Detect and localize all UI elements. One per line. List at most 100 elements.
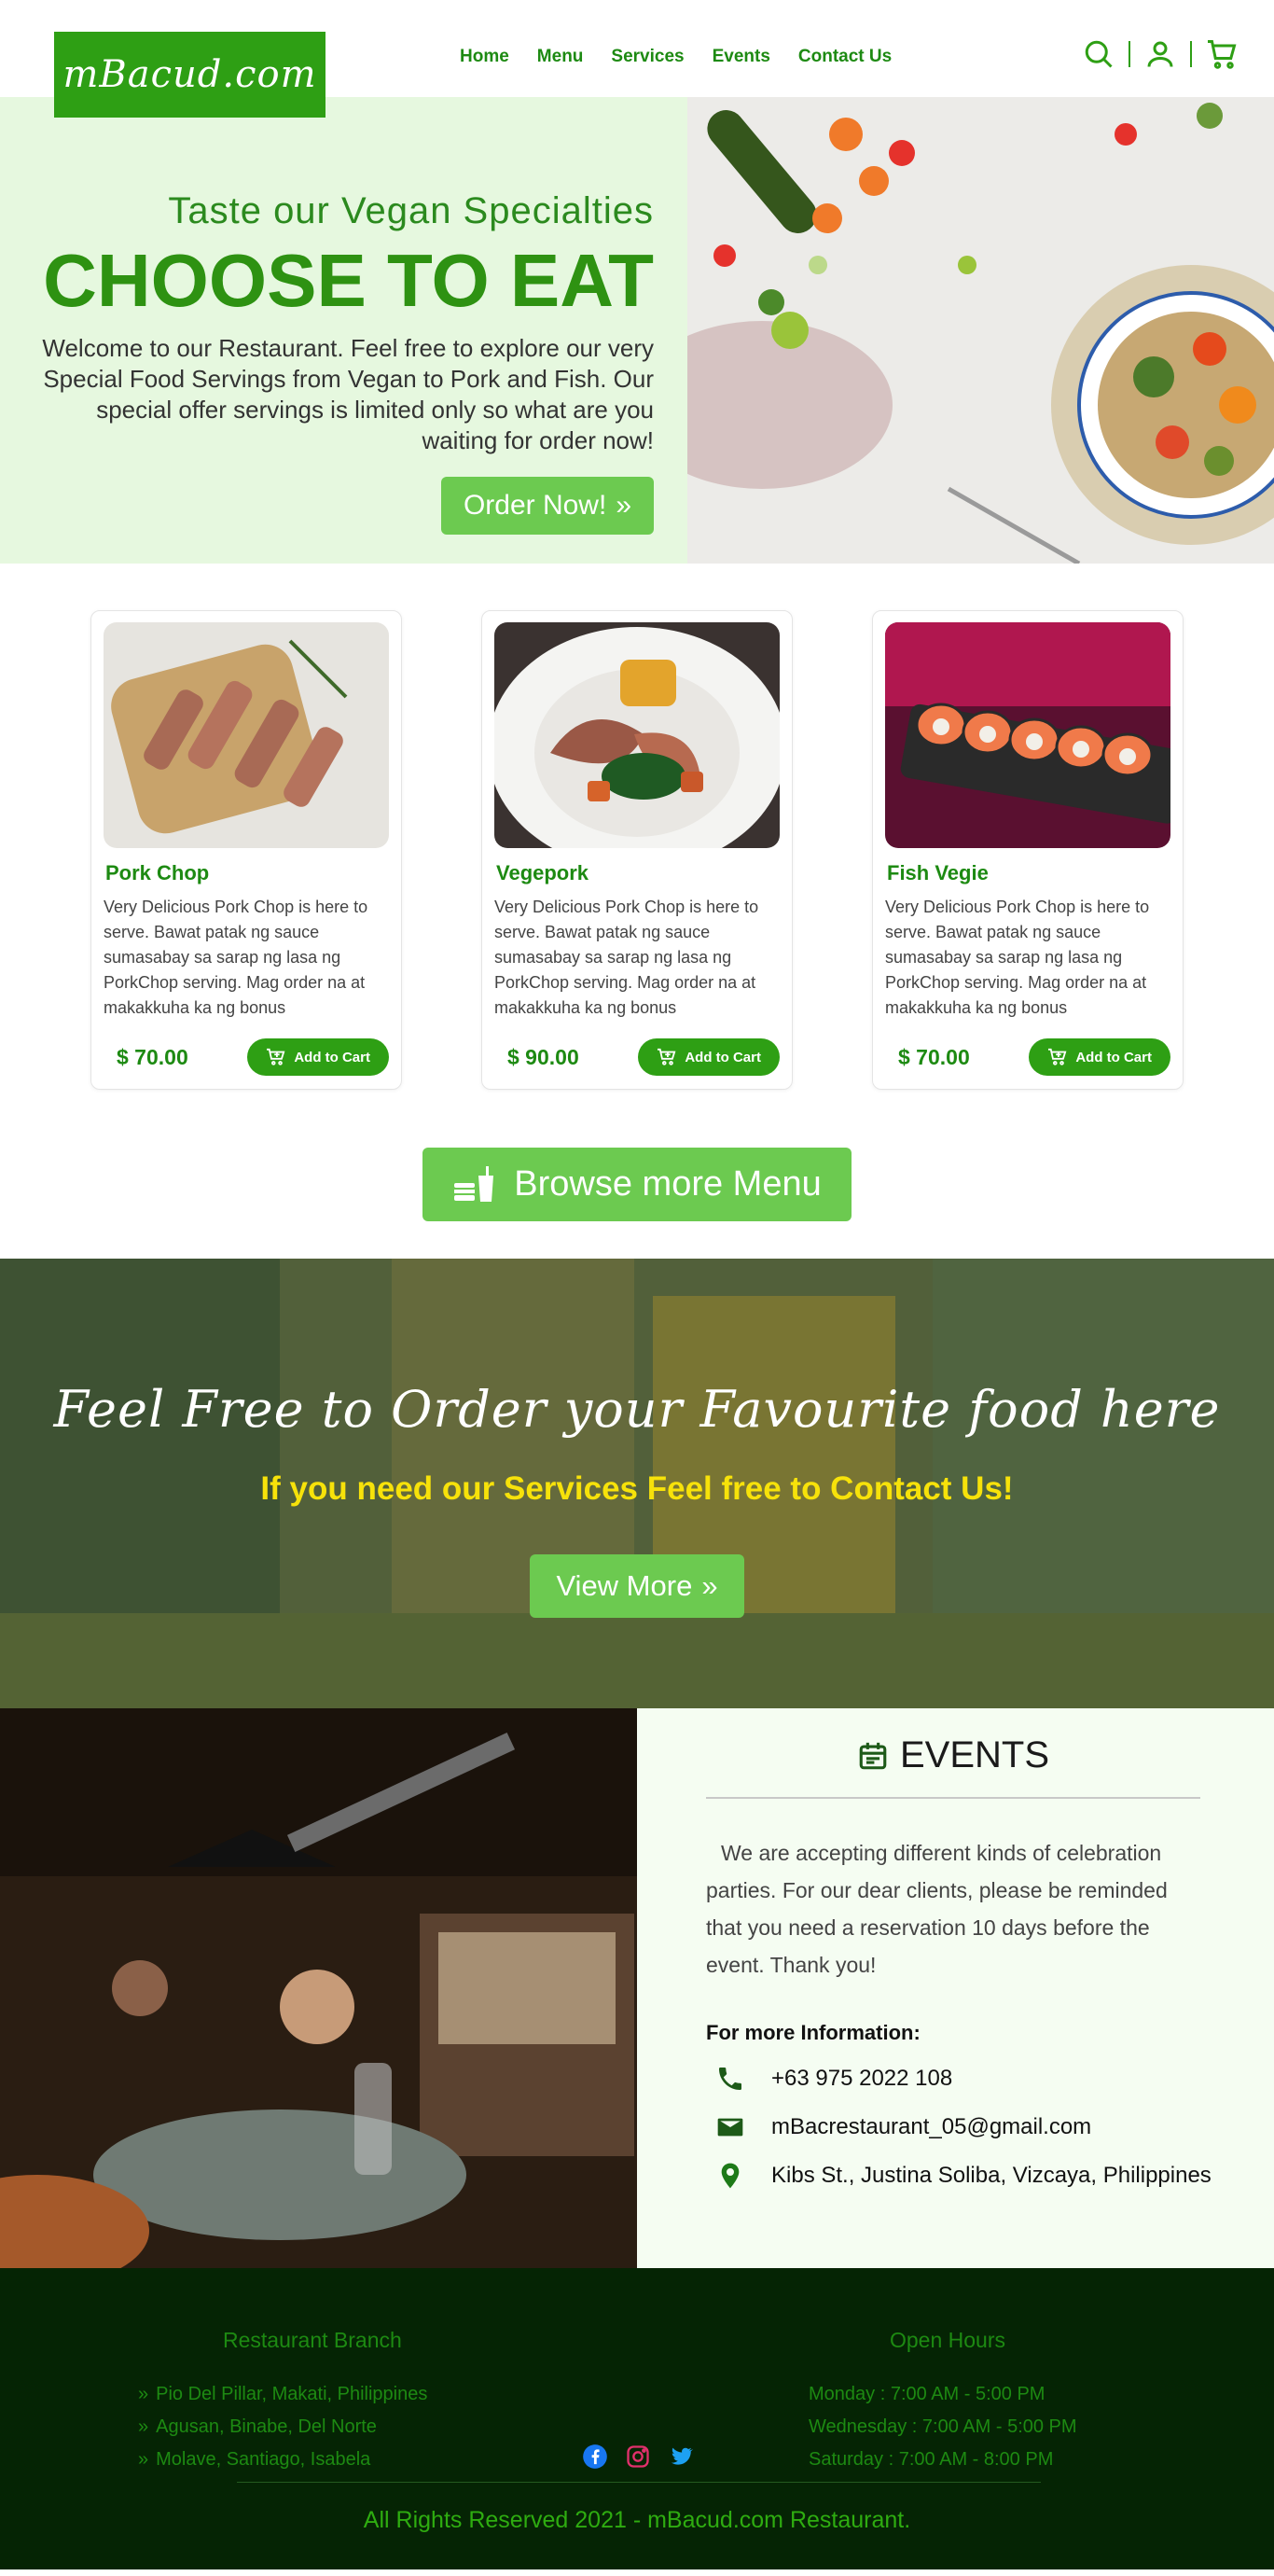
footer-divider — [237, 2482, 1041, 2483]
nav-links: Home Menu Services Events Contact Us — [460, 47, 892, 67]
view-more-button[interactable]: View More » — [530, 1554, 744, 1618]
product-card: Vegepork Very Delicious Pork Chop is her… — [481, 610, 793, 1090]
hero-title: CHOOSE TO EAT — [43, 239, 654, 322]
product-description: Very Delicious Pork Chop is here to serv… — [494, 898, 759, 1017]
hero-text: Welcome to our Restaurant. Feel free to … — [42, 334, 654, 454]
calendar-icon — [859, 1742, 887, 1769]
banner-subtitle: If you need our Services Feel free to Co… — [260, 1470, 1014, 1507]
branch-text: Pio Del Pillar, Makati, Philippines — [156, 2384, 428, 2404]
browse-menu-label: Browse more Menu — [514, 1164, 822, 1204]
more-info-label: For more Information: — [706, 2021, 921, 2044]
facebook-icon[interactable] — [582, 2444, 608, 2474]
branch-title: Restaurant Branch — [223, 2328, 402, 2352]
product-price: $ 90.00 — [507, 1044, 579, 1069]
hero-food-illustration — [687, 97, 1274, 564]
events-section: EVENTS We are accepting different kinds … — [0, 1708, 1274, 2268]
fast-food-icon — [454, 1165, 494, 1202]
order-now-label: Order Now! — [463, 490, 607, 521]
add-to-cart-label: Add to Cart — [294, 1049, 370, 1065]
product-description: Very Delicious Pork Chop is here to serv… — [104, 898, 368, 1017]
events-content: EVENTS We are accepting different kinds … — [637, 1708, 1274, 2268]
nav-divider — [1190, 41, 1192, 67]
add-to-cart-button[interactable]: Add to Cart — [638, 1038, 780, 1076]
contact-banner: Feel Free to Order your Favourite food h… — [0, 1259, 1274, 1708]
branch-item[interactable]: » Molave, Santiago, Isabela — [138, 2444, 427, 2476]
hours-list: Monday : 7:00 AM - 5:00 PM Wednesday : 7… — [809, 2378, 1077, 2476]
branch-text: Molave, Santiago, Isabela — [156, 2449, 371, 2470]
email-address[interactable]: mBacrestaurant_05@gmail.com — [771, 2114, 1091, 2140]
nav-services[interactable]: Services — [611, 47, 684, 67]
user-icon[interactable] — [1143, 37, 1177, 71]
sushi-illustration — [885, 622, 1170, 848]
hero-image — [687, 97, 1274, 564]
pork-chop-illustration — [104, 622, 389, 848]
product-card: Pork Chop Very Delicious Pork Chop is he… — [90, 610, 402, 1090]
nav-home[interactable]: Home — [460, 47, 509, 67]
logo[interactable]: mBacud.com — [54, 32, 325, 118]
branch-item[interactable]: » Pio Del Pillar, Makati, Philippines — [138, 2378, 427, 2411]
hours-title: Open Hours — [890, 2328, 1006, 2352]
product-image — [494, 622, 780, 848]
cart-plus-icon — [267, 1048, 285, 1065]
events-header: EVENTS — [706, 1734, 1200, 1776]
double-chevron-right-icon: » — [138, 2416, 149, 2437]
phone-icon — [719, 2068, 741, 2090]
contact-address: Kibs St., Justina Soliba, Vizcaya, Phili… — [706, 2161, 1274, 2191]
hours-item: Wednesday : 7:00 AM - 5:00 PM — [809, 2416, 1077, 2437]
double-chevron-right-icon: » — [138, 2449, 149, 2470]
browse-menu-button[interactable]: Browse more Menu — [422, 1148, 852, 1221]
product-title: Vegepork — [496, 861, 589, 884]
branch-list: » Pio Del Pillar, Makati, Philippines » Ag… — [138, 2378, 427, 2476]
cart-plus-icon — [1048, 1048, 1067, 1065]
add-to-cart-button[interactable]: Add to Cart — [247, 1038, 389, 1076]
add-to-cart-label: Add to Cart — [685, 1049, 761, 1065]
events-divider — [706, 1797, 1200, 1799]
events-image — [0, 1708, 637, 2268]
restaurant-interior-illustration — [0, 1708, 637, 2268]
product-image — [104, 622, 389, 848]
branch-text: Agusan, Binabe, Del Norte — [156, 2416, 377, 2437]
product-card: Fish Vegie Very Delicious Pork Chop is h… — [872, 610, 1184, 1090]
banner-script-title: Feel Free to Order your Favourite food h… — [53, 1380, 1221, 1439]
contact-phone: +63 975 2022 108 — [706, 2064, 1274, 2094]
hours-item: Saturday : 7:00 AM - 8:00 PM — [809, 2449, 1054, 2470]
product-price: $ 70.00 — [898, 1044, 970, 1069]
twitter-icon[interactable] — [668, 2444, 694, 2474]
social-links — [582, 2444, 694, 2474]
instagram-icon[interactable] — [625, 2444, 651, 2474]
product-cards: Pork Chop Very Delicious Pork Chop is he… — [0, 564, 1274, 1090]
copyright: All Rights Reserved 2021 - mBacud.com Re… — [363, 2507, 911, 2533]
cart-icon[interactable] — [1205, 37, 1239, 71]
nav-contact[interactable]: Contact Us — [798, 47, 892, 67]
product-footer: $ 90.00 Add to Cart — [494, 1038, 780, 1076]
address: Kibs St., Justina Soliba, Vizcaya, Phili… — [771, 2163, 1212, 2188]
nav-events[interactable]: Events — [713, 47, 770, 67]
phone-number[interactable]: +63 975 2022 108 — [771, 2066, 952, 2092]
product-title: Fish Vegie — [887, 861, 989, 884]
hero: Taste our Vegan Specialties CHOOSE TO EA… — [0, 97, 1274, 564]
double-chevron-right-icon: » — [616, 490, 631, 521]
branch-item[interactable]: » Agusan, Binabe, Del Norte — [138, 2411, 427, 2444]
nav-divider — [1129, 41, 1130, 67]
logo-text: mBacud.com — [62, 53, 317, 96]
contact-email: mBacrestaurant_05@gmail.com — [706, 2112, 1274, 2142]
events-title: EVENTS — [899, 1734, 1050, 1775]
double-chevron-right-icon: » — [138, 2384, 149, 2404]
product-title: Pork Chop — [105, 861, 210, 884]
add-to-cart-button[interactable]: Add to Cart — [1029, 1038, 1170, 1076]
double-chevron-right-icon: » — [701, 1569, 718, 1602]
nav-menu[interactable]: Menu — [537, 47, 584, 67]
location-pin-icon — [721, 2163, 740, 2189]
product-description: Very Delicious Pork Chop is here to serv… — [885, 898, 1150, 1017]
navbar: mBacud.com Home Menu Services Events Con… — [0, 0, 1274, 118]
vegepork-illustration — [494, 622, 780, 848]
search-icon[interactable] — [1082, 37, 1115, 71]
order-now-button[interactable]: Order Now! » — [440, 477, 654, 535]
view-more-label: View More — [556, 1569, 693, 1602]
product-price: $ 70.00 — [117, 1044, 188, 1069]
hero-content: Taste our Vegan Specialties CHOOSE TO EA… — [0, 97, 687, 564]
events-text: We are accepting different kinds of cele… — [706, 1841, 1168, 1977]
browse-section: Browse more Menu — [0, 1090, 1274, 1259]
footer: Restaurant Branch » Pio Del Pillar, Makat… — [0, 2268, 1274, 2569]
product-image — [885, 622, 1170, 848]
